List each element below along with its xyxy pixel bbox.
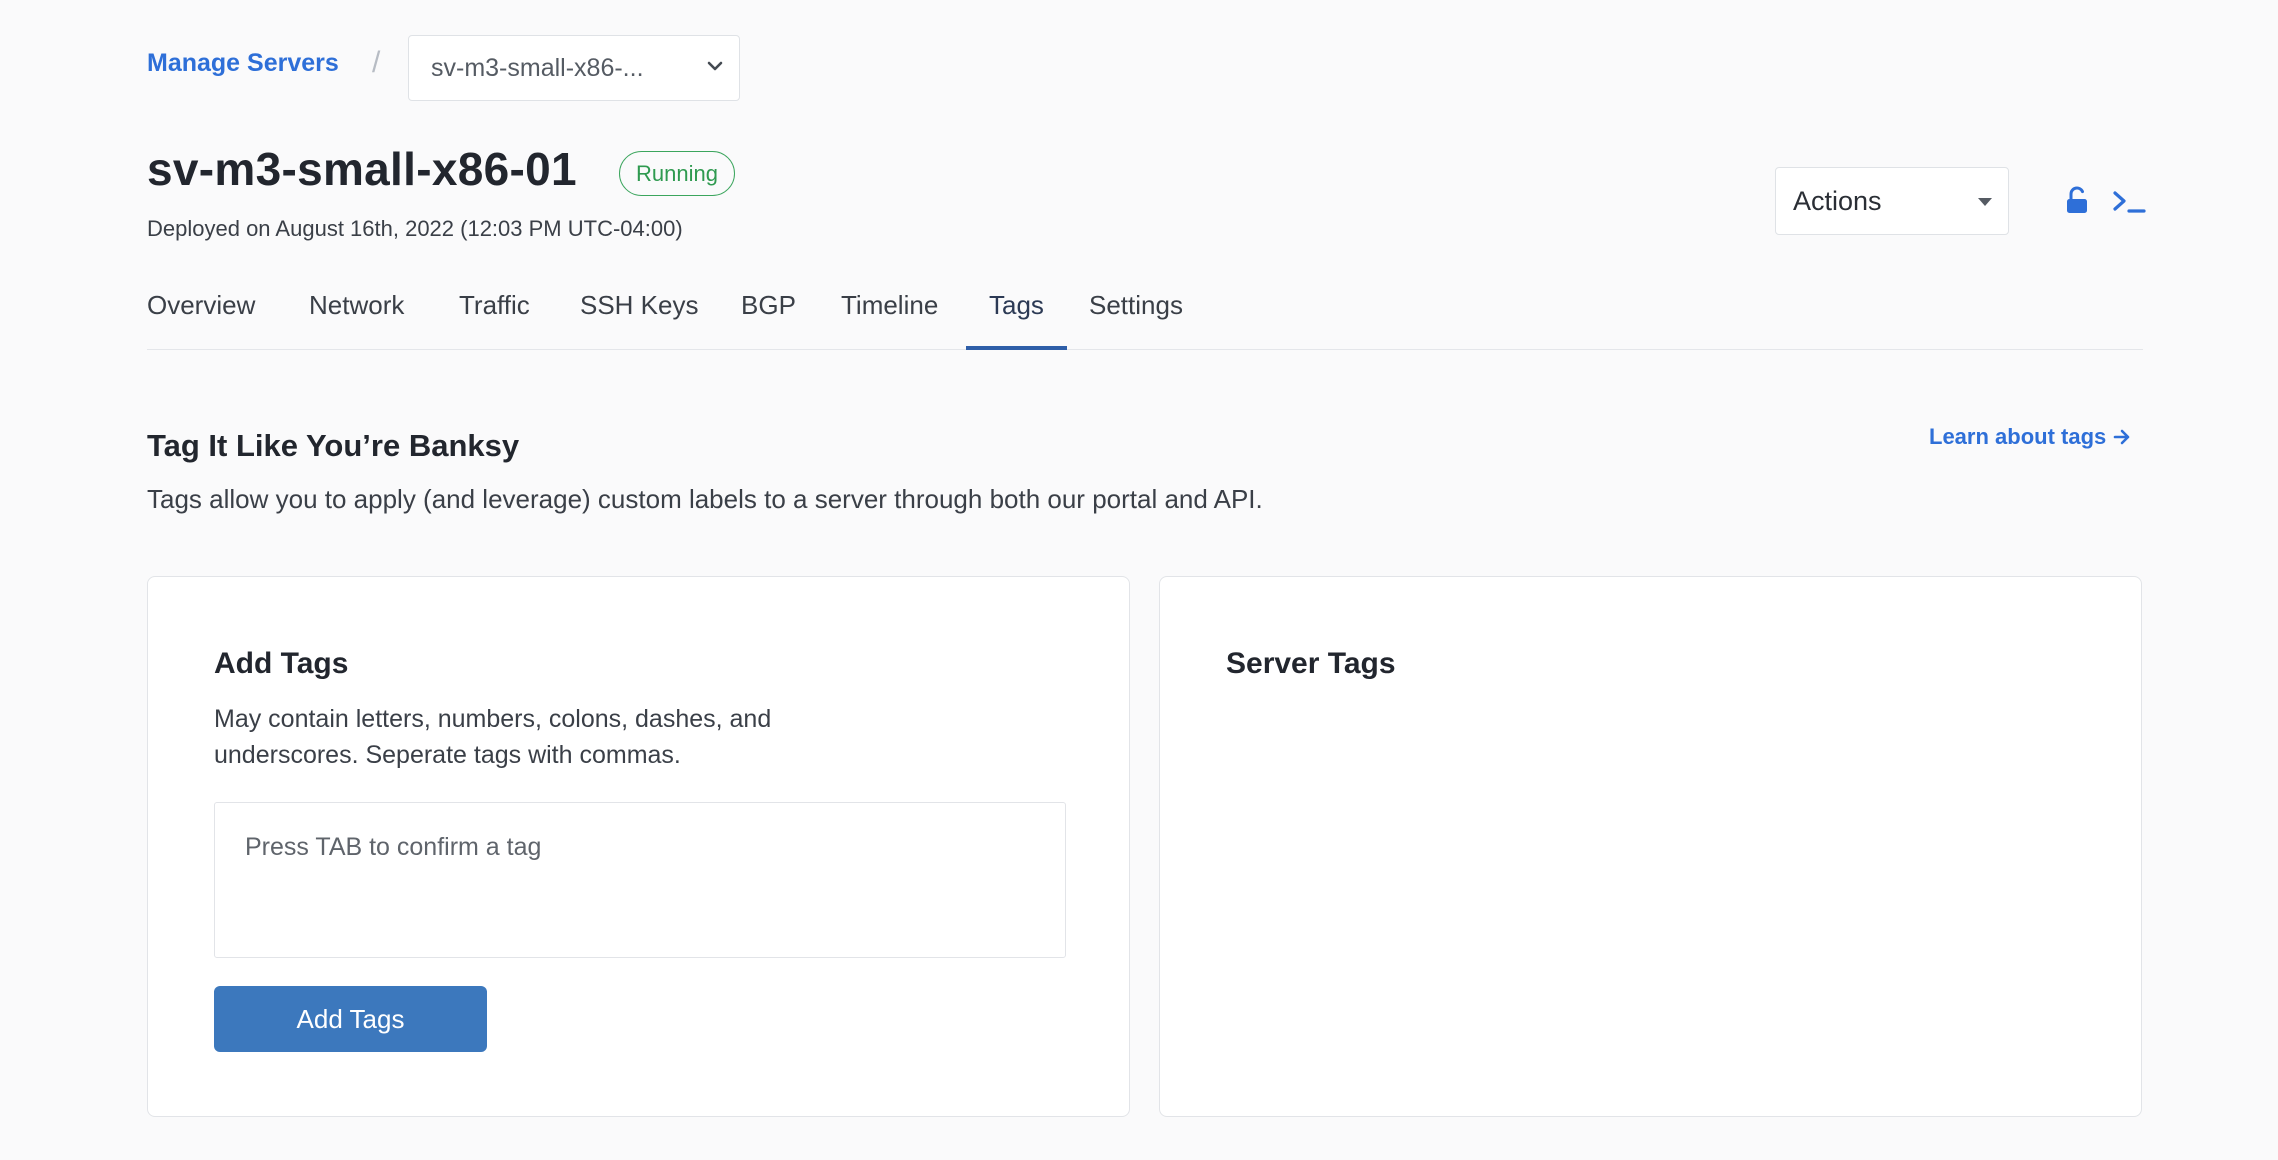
tab-bgp[interactable]: BGP	[741, 290, 796, 350]
breadcrumb-manage-servers-link[interactable]: Manage Servers	[147, 49, 339, 78]
tag-input[interactable]	[214, 802, 1066, 958]
server-select-value: sv-m3-small-x86-...	[431, 53, 644, 82]
tab-traffic[interactable]: Traffic	[459, 290, 530, 350]
tab-network[interactable]: Network	[309, 290, 404, 350]
tab-timeline[interactable]: Timeline	[841, 290, 938, 350]
server-select[interactable]: sv-m3-small-x86-...	[408, 35, 740, 101]
server-tags-card: Server Tags	[1159, 576, 2142, 1117]
actions-label: Actions	[1793, 185, 1882, 216]
add-tags-title: Add Tags	[214, 647, 349, 680]
terminal-icon[interactable]	[2112, 188, 2146, 216]
deployed-date: Deployed on August 16th, 2022 (12:03 PM …	[147, 216, 683, 241]
chevron-down-icon	[707, 61, 723, 71]
page: Manage Servers / sv-m3-small-x86-... sv-…	[0, 0, 2278, 1160]
tab-tags[interactable]: Tags	[989, 290, 1044, 350]
learn-link-label: Learn about tags	[1929, 424, 2107, 449]
arrow-right-icon	[2113, 429, 2130, 445]
learn-about-tags-link[interactable]: Learn about tags	[1929, 424, 2132, 450]
tab-bar: Overview Network Traffic SSH Keys BGP Ti…	[147, 280, 2143, 350]
section-title: Tag It Like You’re Banksy	[147, 428, 520, 463]
tab-overview[interactable]: Overview	[147, 290, 255, 350]
breadcrumb-separator: /	[372, 46, 381, 79]
actions-dropdown[interactable]: Actions	[1775, 167, 2009, 235]
status-badge: Running	[619, 151, 735, 196]
add-tags-description: May contain letters, numbers, colons, da…	[214, 705, 772, 769]
caret-down-icon	[1978, 198, 1992, 206]
section-description: Tags allow you to apply (and leverage) c…	[147, 484, 1263, 514]
page-title: sv-m3-small-x86-01	[147, 143, 577, 195]
tab-ssh-keys[interactable]: SSH Keys	[580, 290, 699, 350]
add-tags-card: Add Tags May contain letters, numbers, c…	[147, 576, 1130, 1117]
tab-settings[interactable]: Settings	[1089, 290, 1183, 350]
active-tab-indicator	[966, 346, 1067, 350]
unlock-icon[interactable]	[2064, 186, 2090, 216]
add-tags-button[interactable]: Add Tags	[214, 986, 487, 1052]
server-tags-title: Server Tags	[1226, 647, 1396, 680]
